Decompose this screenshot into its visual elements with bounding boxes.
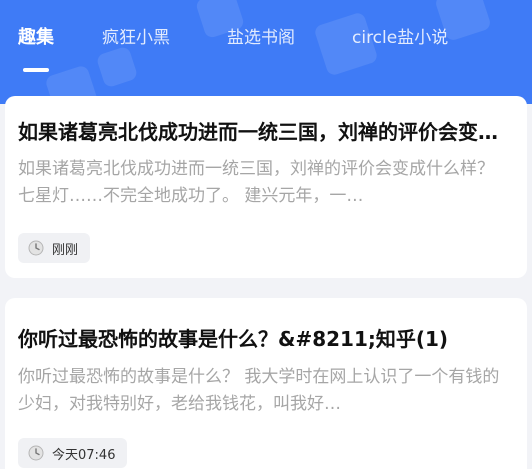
top-tab-bar: 趣集 疯狂小黑 盐选书阁 circle盐小说 bbox=[0, 0, 532, 104]
timestamp-badge: 今天07:46 bbox=[18, 438, 128, 468]
tab-yanxuan-shuge[interactable]: 盐选书阁 bbox=[227, 22, 295, 54]
article-summary: 你听过最恐怖的故事是什么？ 我大学时在网上认识了一个有钱的少妇，对我特别好，老给… bbox=[18, 367, 500, 414]
timestamp-text: 刚刚 bbox=[52, 242, 79, 258]
tab-quji[interactable]: 趣集 bbox=[18, 22, 54, 54]
clock-icon bbox=[28, 445, 44, 461]
timestamp-badge: 刚刚 bbox=[18, 233, 91, 263]
article-title: 如果诸葛亮北伐成功进而一统三国，刘禅的评价会变成什么样？ bbox=[18, 120, 513, 144]
article-card[interactable]: 如果诸葛亮北伐成功进而一统三国，刘禅的评价会变成什么样？ 如果诸葛亮北伐成功进而… bbox=[5, 96, 527, 278]
tab-fengkuang-xiaohei[interactable]: 疯狂小黑 bbox=[102, 22, 170, 54]
timestamp-text: 今天07:46 bbox=[52, 447, 116, 463]
article-summary: 如果诸葛亮北伐成功进而一统三国，刘禅的评价会变成什么样？ 七星灯……不完全地成功… bbox=[18, 159, 494, 206]
active-tab-indicator bbox=[23, 68, 49, 72]
clock-icon bbox=[28, 240, 44, 256]
tab-list: 趣集 疯狂小黑 盐选书阁 circle盐小说 bbox=[0, 22, 532, 62]
article-title: 你听过最恐怖的故事是什么？&#8211;知乎(1) bbox=[18, 327, 449, 351]
tab-circle-yan-xiaoshuo[interactable]: circle盐小说 bbox=[352, 22, 448, 54]
article-card[interactable]: 你听过最恐怖的故事是什么？&#8211;知乎(1) 你听过最恐怖的故事是什么？ … bbox=[5, 298, 527, 469]
